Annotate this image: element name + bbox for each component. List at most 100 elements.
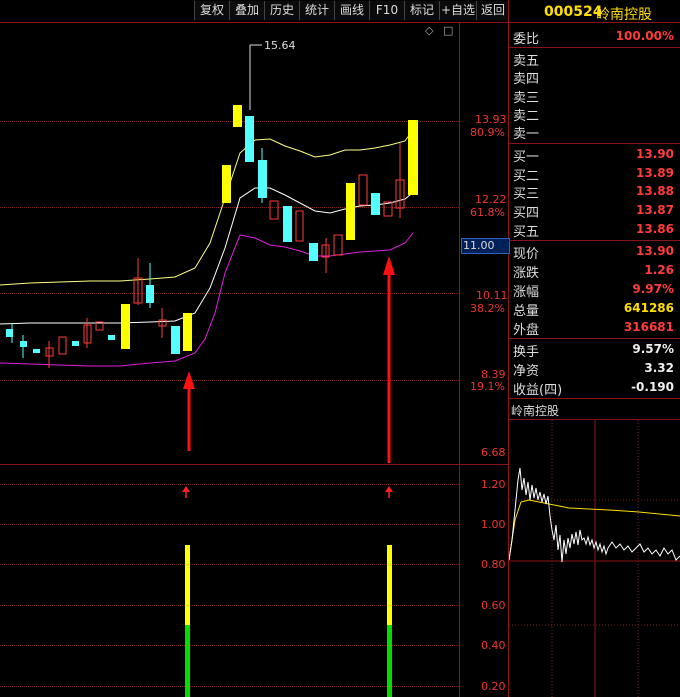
bid-row[interactable]: 买三 13.88	[513, 182, 676, 202]
candle	[171, 326, 180, 354]
osc-label: 0.80	[481, 558, 506, 571]
candle	[233, 105, 242, 127]
bid-price: 13.88	[636, 184, 674, 198]
signal-bar-green	[185, 625, 190, 697]
price-label: 13.93	[475, 113, 507, 126]
ask-label: 卖四	[513, 72, 540, 87]
ask-row[interactable]: 卖二	[513, 104, 676, 124]
bid-price: 13.90	[636, 147, 674, 161]
price-label: 12.22	[475, 193, 507, 206]
stat-label: 现价	[513, 247, 540, 262]
osc-label: 1.20	[481, 478, 506, 491]
signal-up-icon	[385, 486, 393, 498]
stat-row: 外盘 316681	[513, 318, 676, 338]
bid-label: 买四	[513, 206, 540, 221]
restore-rights-button[interactable]: 复权	[194, 1, 229, 20]
stat2-row: 换手 9.57%	[513, 340, 676, 360]
toolbar: 复权 叠加 历史 统计 画线 F10 标记 +自选 返回	[0, 0, 509, 22]
ask-row[interactable]: 卖一	[513, 122, 676, 142]
stock-code: 000524	[544, 4, 603, 20]
stock-name: 岭南控股	[596, 7, 652, 23]
stat-row: 总量 641286	[513, 299, 676, 319]
draw-line-button[interactable]: 画线	[334, 1, 369, 20]
price-label: 6.68	[481, 446, 506, 459]
candle	[245, 116, 254, 162]
stat2-value: 9.57%	[632, 342, 674, 356]
overlay-button[interactable]: 叠加	[229, 1, 264, 20]
peak-price-label: 15.64	[264, 39, 296, 52]
oscillator-chart[interactable]	[0, 465, 459, 697]
stat-value: 9.97%	[632, 282, 674, 296]
stat-row: 涨幅 9.97%	[513, 280, 676, 300]
back-button[interactable]: 返回	[476, 1, 509, 20]
weibi-value: 100.00%	[615, 29, 674, 43]
stat-value: 641286	[623, 301, 674, 315]
candle	[408, 120, 418, 195]
weibi-row: 委比 100.00%	[513, 27, 676, 47]
lower-band-line	[0, 232, 414, 367]
pct-label: 38.2%	[470, 302, 505, 315]
stat-label: 外盘	[513, 323, 540, 338]
intraday-title: 岭南控股	[511, 404, 560, 418]
weibi-label: 委比	[513, 32, 540, 47]
candle	[333, 234, 343, 256]
pct-label: 61.8%	[470, 206, 505, 219]
candle	[309, 243, 318, 261]
candle	[269, 200, 279, 220]
candlestick-chart[interactable]: 15.64	[0, 23, 459, 464]
candle	[72, 341, 79, 346]
bid-price: 13.87	[636, 203, 674, 217]
stat2-label: 收益(四)	[513, 383, 563, 398]
bid-label: 买五	[513, 225, 540, 240]
bid-row[interactable]: 买二 13.89	[513, 164, 676, 184]
stat2-label: 换手	[513, 345, 540, 360]
bid-row[interactable]: 买一 13.90	[513, 145, 676, 165]
signal-bar-yellow	[185, 545, 190, 625]
ask-label: 卖一	[513, 127, 540, 142]
ask-row[interactable]: 卖四	[513, 67, 676, 87]
stat-value: 13.90	[636, 244, 674, 258]
price-label: 10.11	[476, 289, 508, 302]
candle	[108, 335, 115, 340]
history-button[interactable]: 历史	[264, 1, 299, 20]
pct-label: 19.1%	[470, 380, 505, 393]
candle	[58, 336, 67, 355]
divider	[509, 240, 680, 241]
osc-label: 0.20	[481, 680, 506, 693]
divider	[509, 338, 680, 339]
candle	[183, 313, 192, 351]
stat-label: 涨跌	[513, 266, 540, 281]
divider	[509, 398, 680, 399]
bid-row[interactable]: 买五 13.86	[513, 220, 676, 240]
buy-signal-arrow-1-icon	[183, 371, 195, 451]
osc-label: 0.60	[481, 599, 506, 612]
bid-price: 13.89	[636, 166, 674, 180]
osc-label: 1.00	[481, 518, 506, 531]
add-favorite-button[interactable]: +自选	[439, 1, 476, 20]
signal-bar-yellow	[387, 545, 392, 625]
bid-label: 买三	[513, 187, 540, 202]
stat-label: 涨幅	[513, 285, 540, 300]
axis-divider	[459, 22, 460, 697]
statistics-button[interactable]: 统计	[299, 1, 334, 20]
ask-row[interactable]: 卖三	[513, 86, 676, 106]
candle	[283, 206, 292, 242]
signal-up-icon	[182, 486, 190, 498]
candle	[371, 193, 380, 215]
bid-row[interactable]: 买四 13.87	[513, 201, 676, 221]
stat-row: 现价 13.90	[513, 242, 676, 262]
stat2-row: 收益(四) -0.190	[513, 378, 676, 398]
candle	[222, 165, 231, 203]
ask-row[interactable]: 卖五	[513, 49, 676, 69]
stat2-row: 净资 3.32	[513, 359, 676, 379]
stat-value: 316681	[623, 320, 674, 334]
mark-button[interactable]: 标记	[404, 1, 439, 20]
signal-bar-green	[387, 625, 392, 697]
pct-label: 80.9%	[470, 126, 505, 139]
buy-signal-arrow-2-icon	[383, 256, 395, 463]
f10-button[interactable]: F10	[369, 1, 404, 20]
intraday-chart[interactable]	[509, 420, 680, 697]
candle	[346, 183, 355, 240]
bid-label: 买一	[513, 150, 540, 165]
stat2-value: 3.32	[644, 361, 674, 375]
